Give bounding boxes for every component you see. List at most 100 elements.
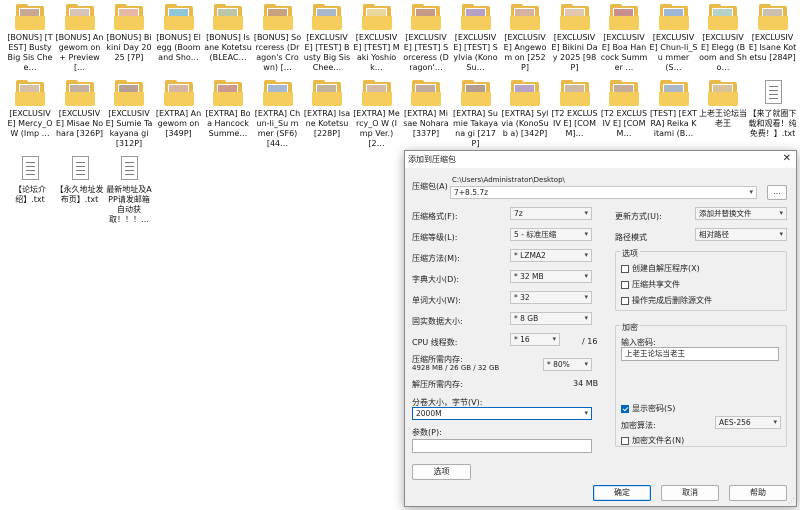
desktop-item-label: [EXCLUSIV E] Misae Nohara [326P]: [55, 109, 104, 138]
desktop-folder[interactable]: [EXTRA] Chun-li_Su mmer (SF6) [44…: [254, 80, 302, 149]
desktop-folder[interactable]: [BONUS] Angewom on + Preview[…: [56, 4, 104, 73]
folder-front: [559, 16, 590, 30]
solid-select[interactable]: * 8 GB ▾: [510, 312, 592, 325]
desktop-item-label: [BONUS] Elegg (Boom and Sho…: [156, 33, 201, 62]
desktop-folder[interactable]: [T2 EXCLUSIV E] [COMM…: [600, 80, 648, 139]
encrypt-names-checkbox[interactable]: 加密文件名(N): [621, 435, 684, 446]
folder-icon: [757, 4, 788, 30]
desktop-folder[interactable]: [EXCLUSIV E] Chun-li_Su mmer (S…: [650, 4, 698, 73]
format-label: 压缩格式(F):: [412, 212, 458, 221]
params-input[interactable]: [412, 439, 592, 453]
folder-front: [609, 92, 639, 106]
desktop-text-file[interactable]: 【永久地址发布页】.txt: [56, 156, 104, 205]
desktop-folder[interactable]: [BONUS] [TEST] Busty Big Sis Chee…: [6, 4, 54, 73]
desktop-folder[interactable]: [EXCLUSIV E] [TEST] Maki Yoshiok…: [353, 4, 401, 73]
desktop-text-file[interactable]: 【来了就圈下载和观看！纯免费！】.txt: [749, 80, 797, 139]
desktop-folder[interactable]: [EXTRA] Isane Kotetsu [228P]: [303, 80, 351, 139]
show-password-checkbox[interactable]: 显示密码(S): [621, 403, 675, 414]
cancel-button[interactable]: 取消: [661, 485, 719, 501]
sfx-checkbox[interactable]: 创建自解压程序(X): [621, 263, 700, 274]
desktop-folder[interactable]: [EXCLUSIV E] Angewom on [252P]: [501, 4, 549, 73]
folder-icon: [609, 4, 639, 30]
format-select[interactable]: 7z ▾: [510, 207, 592, 220]
desktop-folder[interactable]: [TEST] [EXTRA] Reika Kitami (B…: [650, 80, 698, 139]
folder-front: [262, 16, 293, 30]
password-input[interactable]: 上老王论坛当老王: [621, 347, 779, 361]
desktop-item-label: [EXCLUSIV E] Angewom on [252P]: [503, 33, 547, 72]
archive-name-combo[interactable]: 7+8.5.7z ▾: [450, 186, 757, 199]
archive-path: C:\Users\Administrator\Desktop\: [452, 176, 565, 184]
desktop-folder[interactable]: [T2 EXCLUSIV E] [COMM]…: [551, 80, 599, 139]
chevron-down-icon: ▾: [584, 209, 588, 217]
shared-checkbox[interactable]: 压缩共享文件: [621, 279, 680, 290]
update-label: 更新方式(U):: [615, 212, 662, 221]
desktop-item-label: [EXTRA] Mercy_O W (Imp Ver.) [2…: [353, 109, 400, 148]
word-select[interactable]: * 32 ▾: [510, 291, 592, 304]
desktop-folder[interactable]: [EXCLUSIV E] [TEST] Busty Big Sis Chee…: [303, 4, 351, 73]
desktop-folder[interactable]: [BONUS] Bikini Day 2025 [7P]: [105, 4, 153, 63]
folder-front: [708, 92, 738, 106]
resize-grip-icon[interactable]: ⋰: [788, 497, 795, 505]
desktop-folder[interactable]: [EXCLUSIV E] Sumie Takayana gi [312P]: [105, 80, 153, 149]
desktop-text-file[interactable]: 【论坛介绍】.txt: [6, 156, 54, 205]
close-icon[interactable]: ✕: [783, 153, 791, 165]
ok-button[interactable]: 确定: [593, 485, 651, 501]
desktop-folder[interactable]: 上老王论坛当老王: [699, 80, 747, 129]
folder-front: [757, 16, 788, 30]
mem-comp-value: 4928 MB / 26 GB / 32 GB: [412, 364, 500, 372]
checkbox-box: [621, 264, 629, 273]
desktop-folder[interactable]: [EXCLUSIV E] Boa Hancock Summer …: [600, 4, 648, 73]
mem-pct-select[interactable]: * 80% ▾: [543, 358, 592, 371]
desktop-item-label: [EXCLUSIV E] [TEST] Busty Big Sis Chee…: [303, 33, 351, 72]
chevron-down-icon: ▾: [779, 209, 783, 217]
desktop-item-label: [TEST] [EXTRA] Reika Kitami (B…: [649, 109, 698, 138]
encryption-group-title: 加密: [620, 322, 640, 333]
cpu-select[interactable]: * 16 ▾: [510, 333, 560, 346]
cpu-total: / 16: [582, 337, 598, 346]
browse-button[interactable]: ...: [767, 185, 787, 200]
desktop-folder[interactable]: [EXCLUSIV E] Isane Kotetsu [284P]: [749, 4, 797, 63]
split-combo[interactable]: 2000M ▾: [412, 407, 592, 420]
desktop-folder[interactable]: [EXCLUSIV E] [TEST] Sylvia (KonoSu…: [452, 4, 500, 73]
desktop-item-label: 最新地址及APP请发邮箱自动获取！！！…: [106, 185, 152, 224]
desktop-folder[interactable]: [BONUS] Elegg (Boom and Sho…: [155, 4, 203, 63]
folder-front: [64, 16, 95, 30]
desktop-folder[interactable]: [EXTRA] Angewom on [349P]: [155, 80, 203, 139]
desktop-folder[interactable]: [EXCLUSIV E] [TEST] Sorceress (Dragon'…: [402, 4, 450, 73]
folder-front: [114, 16, 144, 30]
desktop-folder[interactable]: [EXCLUSIV E] Misae Nohara [326P]: [56, 80, 104, 139]
desktop-folder[interactable]: [EXCLUSIV E] Elegg (Boom and Sho…: [699, 4, 747, 73]
archive-label: 压缩包(A): [412, 182, 448, 191]
desktop-folder[interactable]: [EXTRA] Mercy_O W (Imp Ver.) [2…: [353, 80, 401, 149]
desktop-item-label: [EXTRA] Chun-li_Su mmer (SF6) [44…: [254, 109, 301, 148]
desktop-folder[interactable]: [BONUS] Isane Kotetsu (BLEAC…: [204, 4, 252, 63]
enc-method-select[interactable]: AES-256 ▾: [715, 416, 781, 429]
desktop-folder[interactable]: [EXCLUSIV E] Bikini Day 2025 [98P]: [551, 4, 599, 73]
options-button[interactable]: 选项: [412, 464, 471, 480]
split-value: 2000M: [416, 409, 442, 418]
path-mode-select[interactable]: 相对路径 ▾: [695, 228, 787, 241]
desktop-folder[interactable]: [EXCLUSIV E] Mercy_O W (Imp …: [6, 80, 54, 139]
level-select[interactable]: 5 - 标准压缩 ▾: [510, 228, 592, 241]
folder-icon: [411, 4, 441, 30]
folder-front: [163, 16, 194, 30]
update-select[interactable]: 添加并替换文件 ▾: [695, 207, 787, 220]
desktop-folder[interactable]: [EXTRA] Misae Nohara [337P]: [402, 80, 450, 139]
desktop-folder[interactable]: [EXTRA] Sylvia (KonoSub a) [342P]: [501, 80, 549, 139]
desktop-text-file[interactable]: 最新地址及APP请发邮箱自动获取！！！…: [105, 156, 153, 225]
folder-front: [609, 16, 639, 30]
folder-front: [411, 92, 441, 106]
folder-front: [460, 16, 491, 30]
folder-icon: [658, 80, 689, 106]
desktop-folder[interactable]: [EXTRA] Sumie Takayana gi [217P]: [452, 80, 500, 149]
text-file-icon: [114, 156, 144, 182]
desktop-folder[interactable]: [EXTRA] Boa Hancock Summe…: [204, 80, 252, 139]
checkbox-box: [621, 280, 629, 289]
method-select[interactable]: * LZMA2 ▾: [510, 249, 592, 262]
text-file-page: [22, 156, 39, 180]
desktop-folder[interactable]: [BONUS] Sorceress (Dragon's Crown) […: [254, 4, 302, 73]
help-button[interactable]: 帮助: [729, 485, 787, 501]
delete-source-checkbox[interactable]: 操作完成后删除源文件: [621, 295, 712, 306]
dict-select[interactable]: * 32 MB ▾: [510, 270, 592, 283]
folder-icon: [559, 80, 590, 106]
